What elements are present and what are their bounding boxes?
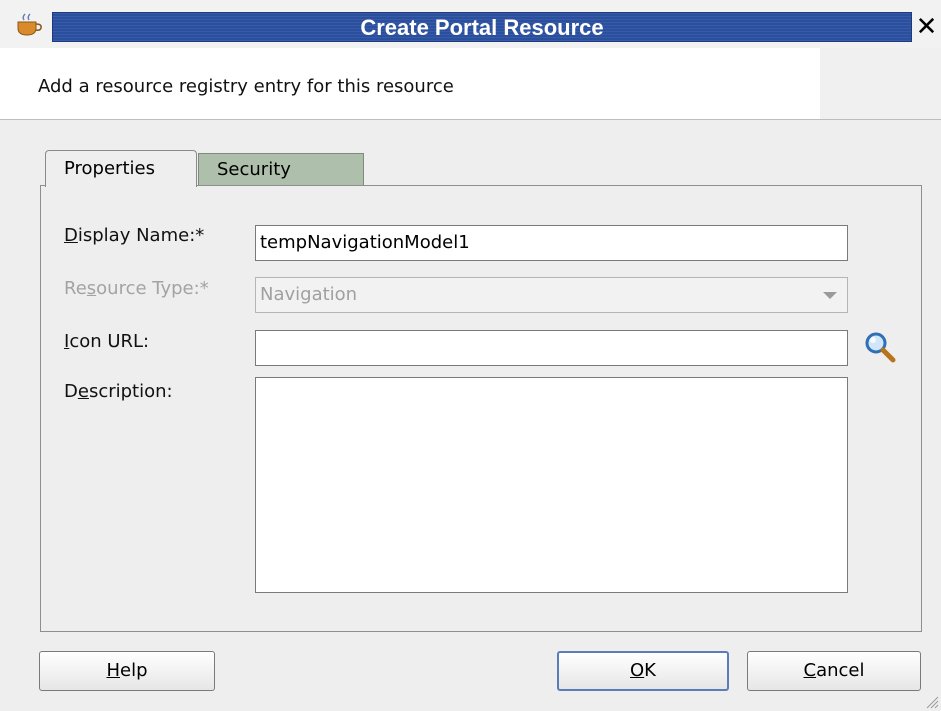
display-name-field[interactable]: tempNavigationModel1 (255, 225, 848, 261)
help-button[interactable]: Help (39, 651, 215, 691)
banner-description: Add a resource registry entry for this r… (38, 76, 454, 97)
cancel-button[interactable]: Cancel (747, 651, 921, 691)
chevron-down-icon (823, 292, 837, 299)
close-button[interactable]: ✕ (912, 10, 941, 44)
display-name-label: Display Name:* (64, 225, 205, 246)
ok-button[interactable]: OK (557, 651, 729, 691)
description-label: Description: (64, 381, 173, 402)
close-icon: ✕ (915, 12, 938, 42)
resource-type-select: Navigation (255, 277, 848, 313)
tab-security[interactable]: Security (198, 153, 364, 186)
resource-type-label: Resource Type:* (64, 278, 209, 299)
java-cup-icon (17, 13, 42, 36)
title-bar: Create Portal Resource ✕ (0, 0, 941, 49)
description-textarea[interactable] (255, 377, 848, 593)
window-title: Create Portal Resource (52, 12, 912, 42)
search-icon[interactable] (862, 330, 898, 366)
icon-url-field[interactable] (255, 330, 848, 366)
resize-grip-icon[interactable] (925, 695, 939, 709)
tab-properties[interactable]: Properties (45, 150, 197, 187)
header-banner: Add a resource registry entry for this r… (0, 48, 941, 120)
banner-side-panel (820, 48, 941, 119)
icon-url-label: Icon URL: (64, 331, 150, 352)
resource-type-value: Navigation (260, 284, 358, 305)
